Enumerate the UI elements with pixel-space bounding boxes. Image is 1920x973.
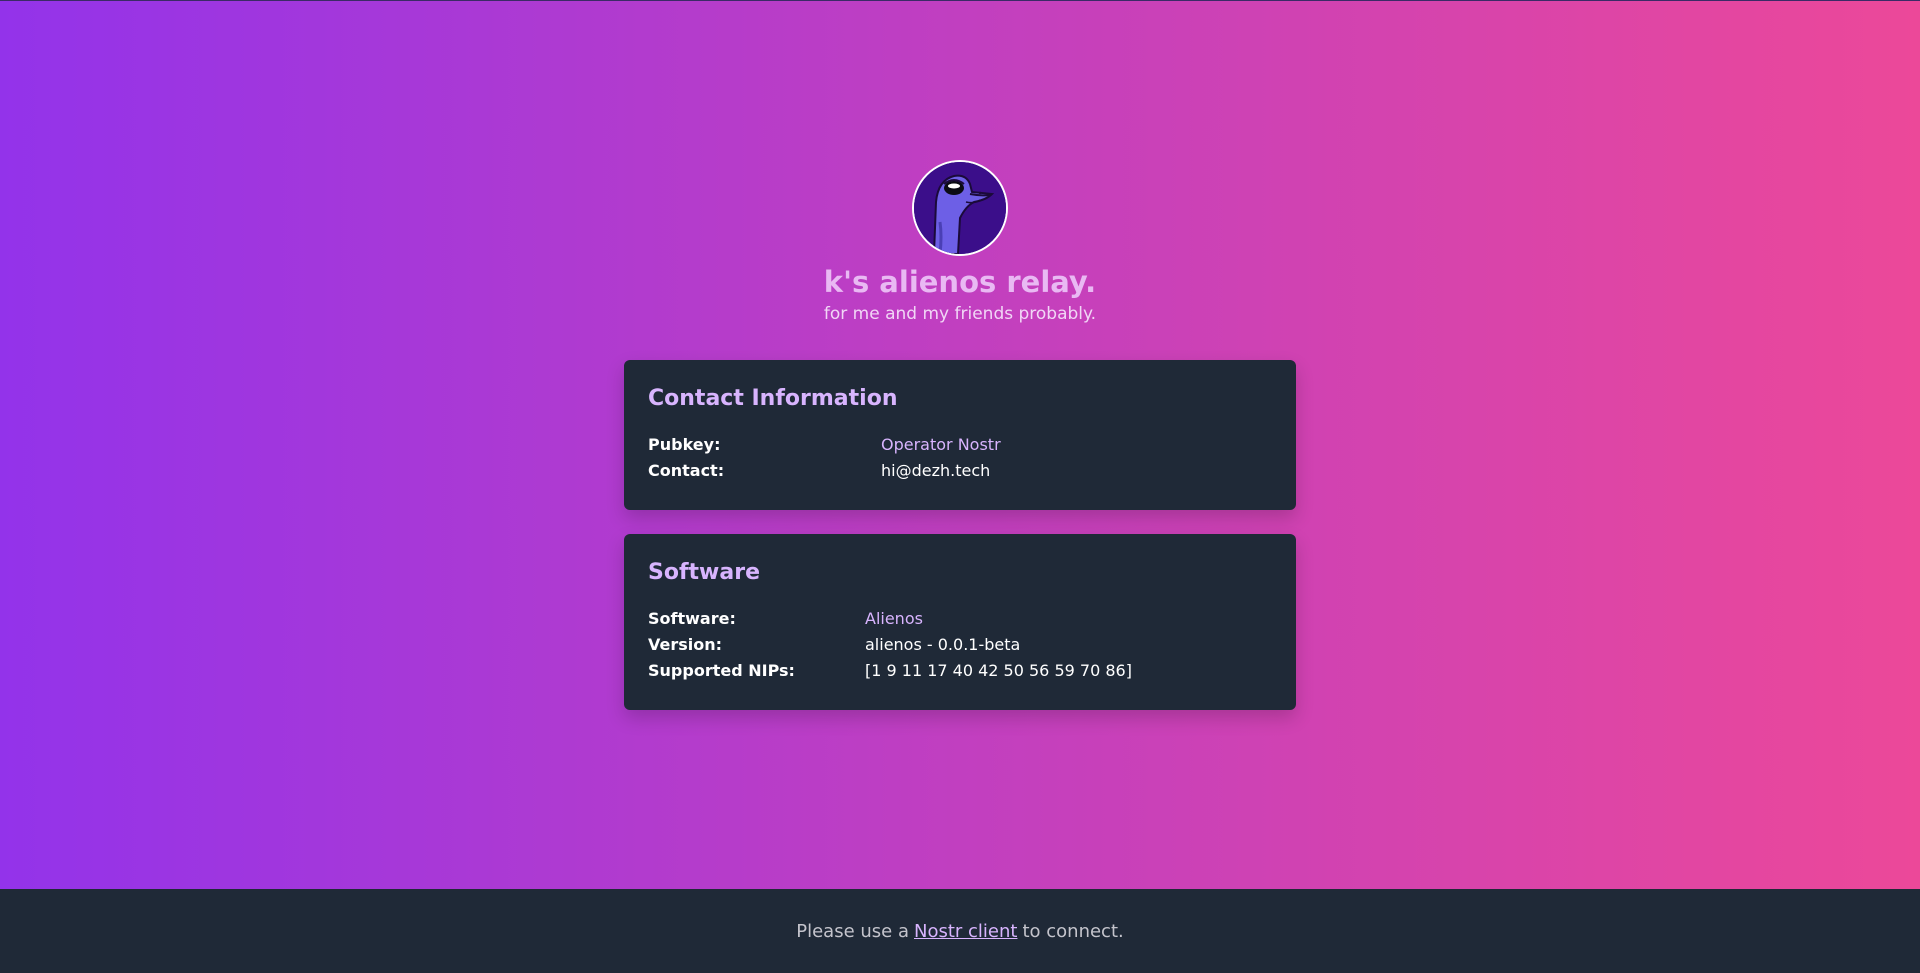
pubkey-label: Pubkey: bbox=[648, 435, 721, 454]
contact-value: hi@dezh.tech bbox=[881, 461, 991, 480]
footer-prefix: Please use a bbox=[796, 920, 909, 942]
software-link[interactable]: Alienos bbox=[865, 606, 923, 632]
pubkey-row: Pubkey: Operator Nostr bbox=[648, 432, 1272, 458]
nostr-client-link[interactable]: Nostr client bbox=[914, 921, 1017, 942]
contact-information-card: Contact Information Pubkey: Operator Nos… bbox=[624, 360, 1296, 510]
footer: Please use a Nostr client to connect. bbox=[0, 889, 1920, 973]
page-title: k's alienos relay. bbox=[823, 265, 1097, 299]
software-heading: Software bbox=[648, 560, 760, 585]
supported-nips-row: Supported NIPs: [1 9 11 17 40 42 50 56 5… bbox=[648, 658, 1272, 684]
software-label: Software: bbox=[648, 609, 736, 628]
software-card: Software Software: Alienos Version: alie… bbox=[624, 534, 1296, 710]
contact-row: Contact: hi@dezh.tech bbox=[648, 458, 1272, 484]
contact-information-heading: Contact Information bbox=[648, 386, 898, 411]
footer-suffix: to connect. bbox=[1022, 920, 1124, 942]
page-subtitle: for me and my friends probably. bbox=[823, 304, 1097, 324]
main-content: k's alienos relay. for me and my friends… bbox=[0, 0, 1920, 889]
pubkey-link[interactable]: Operator Nostr bbox=[881, 432, 1001, 458]
version-label: Version: bbox=[648, 635, 723, 654]
supported-nips-value: [1 9 11 17 40 42 50 56 59 70 86] bbox=[865, 661, 1132, 680]
software-row: Software: Alienos bbox=[648, 606, 1272, 632]
contact-label: Contact: bbox=[648, 461, 725, 480]
version-row: Version: alienos - 0.0.1-beta bbox=[648, 632, 1272, 658]
supported-nips-label: Supported NIPs: bbox=[648, 661, 795, 680]
version-value: alienos - 0.0.1-beta bbox=[865, 635, 1021, 654]
ostrich-avatar-icon bbox=[912, 160, 1008, 256]
